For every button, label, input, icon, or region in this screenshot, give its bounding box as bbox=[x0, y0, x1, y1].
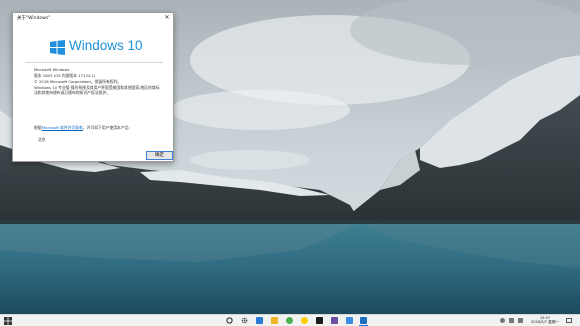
close-icon: ✕ bbox=[164, 14, 170, 21]
windows-logo-text: Windows 10 bbox=[69, 38, 143, 53]
copyright-text: © 2018 Microsoft Corporation。保留所有权利。 bbox=[34, 79, 122, 84]
licensee-name: 北京 bbox=[38, 137, 46, 142]
windows-logo-icon bbox=[50, 40, 65, 55]
taskbar: 15:07 2018/5/7 星期一 bbox=[0, 314, 580, 326]
license-prefix: 根据 bbox=[34, 125, 42, 130]
start-button[interactable] bbox=[4, 317, 12, 325]
chrome-icon[interactable] bbox=[286, 317, 293, 324]
version-text: 版本 1803 (OS 内部版本 17134.1) bbox=[34, 73, 96, 78]
action-center-icon[interactable] bbox=[566, 318, 572, 324]
license-suffix: ，许可如下用户使用本产品: bbox=[82, 125, 130, 130]
store-icon[interactable] bbox=[256, 317, 263, 324]
volume-icon[interactable] bbox=[509, 318, 514, 323]
trademark-text: Windows 10 专业版 操作系统及其用户界面受美国和其他国家/地区的商标法… bbox=[34, 85, 160, 95]
license-line: 根据Microsoft 软件许可条款，许可如下用户使用本产品: bbox=[34, 125, 130, 131]
about-windows-dialog: 关于"Windows" ✕ Windows 10 Microsoft Windo… bbox=[12, 12, 174, 162]
close-button[interactable]: ✕ bbox=[162, 13, 172, 23]
product-name: Microsoft Windows bbox=[34, 67, 70, 72]
ok-button[interactable]: 确定 bbox=[146, 151, 173, 160]
winver-app-icon[interactable] bbox=[360, 317, 367, 324]
visual-studio-icon[interactable] bbox=[331, 317, 338, 324]
dialog-title: 关于"Windows" bbox=[17, 16, 51, 21]
terminal-icon[interactable] bbox=[316, 317, 323, 324]
network-icon[interactable] bbox=[500, 318, 505, 323]
photos-icon[interactable] bbox=[346, 317, 353, 324]
divider bbox=[25, 62, 163, 63]
license-terms-link[interactable]: Microsoft 软件许可条款 bbox=[42, 125, 83, 130]
input-method-icon[interactable] bbox=[518, 318, 523, 323]
file-explorer-icon[interactable] bbox=[271, 317, 278, 324]
settings-gear-icon[interactable] bbox=[241, 317, 248, 324]
clock-date: 2018/5/7 星期一 bbox=[530, 319, 560, 324]
windows-logo-row: Windows 10 bbox=[50, 38, 170, 55]
task-view-icon[interactable] bbox=[226, 317, 233, 324]
dialog-titlebar[interactable]: 关于"Windows" ✕ bbox=[13, 13, 173, 24]
system-clock[interactable]: 15:07 2018/5/7 星期一 bbox=[530, 316, 560, 325]
qq-icon[interactable] bbox=[301, 317, 308, 324]
